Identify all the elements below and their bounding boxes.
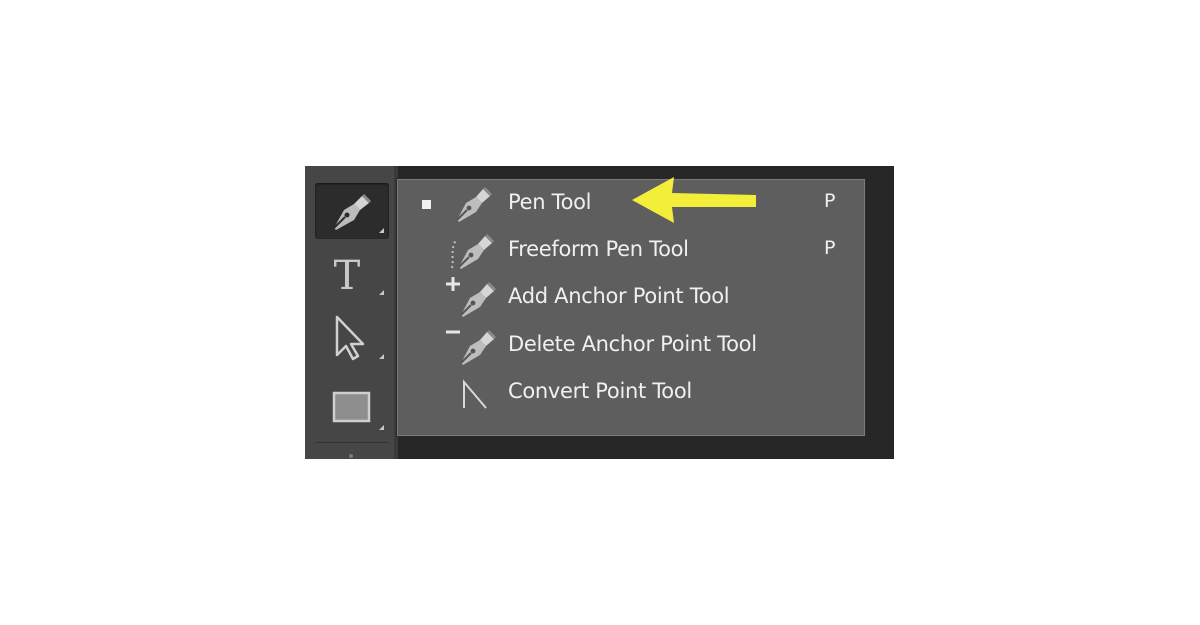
toolbar-pen-tool-button[interactable]: [315, 183, 389, 239]
toolbar-type-tool-button[interactable]: T: [315, 245, 389, 301]
menu-item-label: Pen Tool: [508, 190, 592, 214]
menu-item-shortcut: P: [824, 190, 836, 212]
convert-point-icon: [463, 379, 487, 409]
freeform-pen-icon: [451, 233, 495, 269]
menu-item-label: Delete Anchor Point Tool: [508, 332, 757, 356]
arrow-cursor-icon: [335, 315, 384, 361]
menu-item-shortcut: P: [824, 237, 836, 259]
menu-item-add-anchor-point-tool[interactable]: Add Anchor Point Tool: [398, 275, 864, 321]
delete-anchor-point-icon: [446, 329, 497, 365]
arrow-left-icon: [632, 177, 756, 223]
rectangle-icon: [332, 391, 384, 430]
toolbar-rectangle-tool-button[interactable]: [315, 376, 389, 432]
tools-panel-dot: [349, 454, 353, 458]
pen-icon: [333, 193, 384, 233]
menu-item-label: Add Anchor Point Tool: [508, 284, 730, 308]
menu-item-label: Freeform Pen Tool: [508, 237, 689, 261]
menu-item-delete-anchor-point-tool[interactable]: Delete Anchor Point Tool: [398, 323, 864, 369]
menu-item-convert-point-tool[interactable]: Convert Point Tool: [398, 370, 864, 416]
pen-icon: [456, 186, 493, 222]
menu-item-label: Convert Point Tool: [508, 379, 692, 403]
add-anchor-point-icon: [446, 277, 497, 317]
menu-item-freeform-pen-tool[interactable]: Freeform Pen Tool P: [398, 228, 864, 274]
tools-panel-divider: [315, 442, 389, 443]
type-icon-glyph: T: [334, 253, 361, 299]
toolbar-path-selection-tool-button[interactable]: [315, 309, 389, 365]
tools-panel: T: [305, 166, 398, 459]
photoshop-screenshot: T Pen Tool P Freeform Pen Tool P Add Anc…: [305, 166, 894, 459]
type-icon: T: [334, 253, 384, 299]
selected-indicator-icon: [422, 200, 431, 209]
